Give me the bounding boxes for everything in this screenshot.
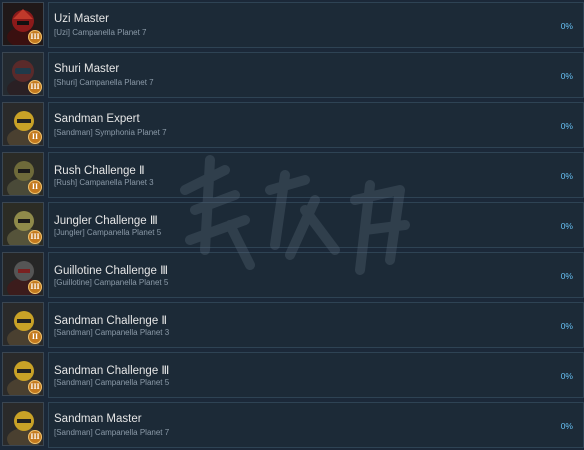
- unlock-percent: 0%: [560, 421, 573, 431]
- red-helmet-character-icon: III: [2, 2, 44, 46]
- row-panel: [48, 402, 584, 448]
- unlock-percent: 0%: [560, 21, 573, 31]
- rank-badge: III: [28, 80, 42, 94]
- unlock-percent: 0%: [560, 121, 573, 131]
- achievement-title: Sandman Challenge Ⅲ: [54, 365, 170, 377]
- rank-badge: III: [28, 30, 42, 44]
- achievement-title: Sandman Master: [54, 413, 142, 425]
- rank-badge: II: [28, 130, 42, 144]
- unlock-percent: 0%: [560, 171, 573, 181]
- rank-badge: III: [28, 380, 42, 394]
- unlock-percent: 0%: [560, 71, 573, 81]
- unlock-percent: 0%: [560, 371, 573, 381]
- achievement-row[interactable]: III Jungler Challenge Ⅲ [Jungler] Campan…: [0, 200, 584, 250]
- achievement-list: III Uzi Master [Uzi] Campanella Planet 7…: [0, 0, 584, 450]
- achievement-row[interactable]: III Shuri Master [Shuri] Campanella Plan…: [0, 50, 584, 100]
- achievement-title: Shuri Master: [54, 63, 120, 75]
- gold-robot-character-icon: II: [2, 102, 44, 146]
- achievement-subtitle: [Sandman] Symphonia Planet 7: [54, 128, 167, 137]
- unlock-percent: 0%: [560, 271, 573, 281]
- row-panel: [48, 52, 584, 98]
- unlock-percent: 0%: [560, 321, 573, 331]
- dark-helmet-character-icon: III: [2, 52, 44, 96]
- rank-badge: III: [28, 430, 42, 444]
- achievement-title: Jungler Challenge Ⅲ: [54, 215, 158, 227]
- achievement-subtitle: [Sandman] Campanella Planet 7: [54, 428, 170, 437]
- jungler-character-icon: III: [2, 202, 44, 246]
- rank-badge: III: [28, 230, 42, 244]
- olive-armor-character-icon: II: [2, 152, 44, 196]
- achievement-row[interactable]: II Sandman Challenge Ⅱ [Sandman] Campane…: [0, 300, 584, 350]
- achievement-row[interactable]: III Guillotine Challenge Ⅲ [Guillotine] …: [0, 250, 584, 300]
- achievement-subtitle: [Sandman] Campanella Planet 3: [54, 328, 170, 337]
- row-panel: [48, 2, 584, 48]
- rank-badge: III: [28, 280, 42, 294]
- achievement-row[interactable]: III Uzi Master [Uzi] Campanella Planet 7…: [0, 0, 584, 50]
- achievement-title: Guillotine Challenge Ⅲ: [54, 265, 169, 277]
- achievement-subtitle: [Rush] Campanella Planet 3: [54, 178, 154, 187]
- achievement-title: Sandman Expert: [54, 113, 140, 125]
- achievement-subtitle: [Uzi] Campanella Planet 7: [54, 28, 147, 37]
- guillotine-character-icon: III: [2, 252, 44, 296]
- achievement-title: Rush Challenge Ⅱ: [54, 165, 145, 177]
- achievement-row[interactable]: II Sandman Expert [Sandman] Symphonia Pl…: [0, 100, 584, 150]
- achievement-row[interactable]: III Sandman Challenge Ⅲ [Sandman] Campan…: [0, 350, 584, 400]
- rank-badge: II: [28, 330, 42, 344]
- achievement-title: Sandman Challenge Ⅱ: [54, 315, 168, 327]
- rank-badge: II: [28, 180, 42, 194]
- gold-robot-character-icon: III: [2, 352, 44, 396]
- achievement-row[interactable]: II Rush Challenge Ⅱ [Rush] Campanella Pl…: [0, 150, 584, 200]
- achievement-subtitle: [Sandman] Campanella Planet 5: [54, 378, 170, 387]
- gold-robot-character-icon: III: [2, 402, 44, 446]
- achievement-title: Uzi Master: [54, 13, 109, 25]
- achievement-subtitle: [Shuri] Campanella Planet 7: [54, 78, 154, 87]
- gold-robot-character-icon: II: [2, 302, 44, 346]
- achievement-subtitle: [Jungler] Campanella Planet 5: [54, 228, 162, 237]
- unlock-percent: 0%: [560, 221, 573, 231]
- achievement-row[interactable]: III Sandman Master [Sandman] Campanella …: [0, 400, 584, 450]
- achievement-subtitle: [Guillotine] Campanella Planet 5: [54, 278, 169, 287]
- row-panel: [48, 102, 584, 148]
